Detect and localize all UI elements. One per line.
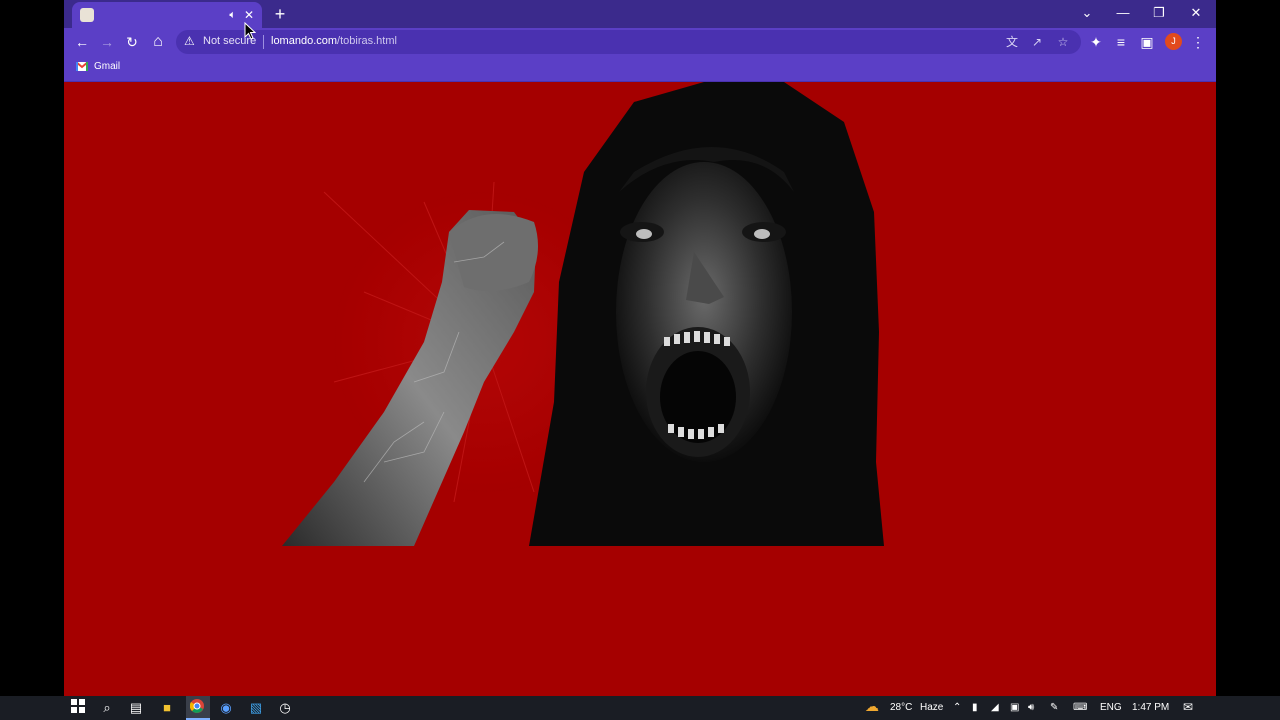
volume-icon[interactable]: 🔊︎ xyxy=(1028,701,1034,715)
browser-menu-button[interactable]: ⋮ xyxy=(1188,32,1208,52)
file-explorer-icon[interactable]: ■ xyxy=(158,699,176,717)
active-tab[interactable]: 🔈︎ ✕ xyxy=(72,2,262,28)
tray-overflow-chevron-icon[interactable]: ⌃ xyxy=(953,701,961,715)
bookmark-label: Gmail xyxy=(94,61,121,72)
bookmarks-bar: Gmail xyxy=(64,56,1216,82)
chrome-icon[interactable] xyxy=(188,699,206,717)
language-indicator[interactable]: ENG xyxy=(1100,701,1122,715)
letterbox-right xyxy=(1216,0,1280,696)
minimize-button[interactable]: — xyxy=(1108,2,1138,24)
app-icon-blue[interactable]: ◉ xyxy=(217,699,235,717)
keyboard-icon[interactable]: ⌨ xyxy=(1073,701,1087,715)
reload-button[interactable]: ↻ xyxy=(122,32,142,52)
search-icon[interactable]: ⌕ xyxy=(98,699,116,717)
browser-window: 🔈︎ ✕ + ⌄ — ❐ ✕ ← → ↻ ⌂ ⚠︎ Not secure lom… xyxy=(64,0,1216,696)
restore-button[interactable]: ❐ xyxy=(1144,2,1174,24)
task-view-icon[interactable]: ▤ xyxy=(127,699,145,717)
browser-toolbar: ← → ↻ ⌂ ⚠︎ Not secure lomando.com/tobira… xyxy=(64,28,1216,56)
extensions-icon[interactable]: ✦ xyxy=(1086,32,1106,52)
network-icon[interactable]: ◢ xyxy=(991,701,999,715)
screen: 🔈︎ ✕ + ⌄ — ❐ ✕ ← → ↻ ⌂ ⚠︎ Not secure lom… xyxy=(0,0,1280,720)
weather-temp[interactable]: 28°C xyxy=(890,701,912,715)
windows-taskbar: ⌕ ▤ ■ ◉ ▧ ◷ ☁ 28°C Haze ⌃ ▮ ◢ ▣ 🔊︎ ✎ ⌨ E… xyxy=(0,696,1280,720)
speaker-icon[interactable]: 🔈︎ xyxy=(229,9,236,22)
weather-icon[interactable]: ☁ xyxy=(865,699,879,713)
reading-list-icon[interactable]: ≡ xyxy=(1111,32,1131,52)
pen-icon[interactable]: ✎ xyxy=(1050,701,1058,715)
horror-scene-image xyxy=(282,82,884,546)
warning-icon[interactable]: ⚠︎ xyxy=(184,34,195,48)
forward-button[interactable]: → xyxy=(97,32,117,52)
app-icon-store[interactable]: ▧ xyxy=(247,699,265,717)
share-icon[interactable]: ↗ xyxy=(1028,33,1046,51)
profile-avatar[interactable]: J xyxy=(1165,33,1182,50)
window-close-button[interactable]: ✕ xyxy=(1181,2,1211,24)
side-panel-icon[interactable]: ▣ xyxy=(1137,32,1157,52)
microphone-icon[interactable]: ▮ xyxy=(972,701,978,715)
bookmark-gmail[interactable]: Gmail xyxy=(76,61,120,72)
url-path: /tobiras.html xyxy=(337,35,397,47)
home-button[interactable]: ⌂ xyxy=(148,32,168,52)
meet-icon[interactable]: ▣ xyxy=(1010,701,1019,715)
tab-search-dropdown-icon[interactable]: ⌄ xyxy=(1072,2,1102,24)
url-domain: lomando.com xyxy=(271,35,338,47)
start-button[interactable] xyxy=(69,699,87,717)
page-content xyxy=(64,82,1216,696)
screaming-woman-figure xyxy=(529,82,884,546)
back-button[interactable]: ← xyxy=(72,32,92,52)
bookmark-star-icon[interactable]: ☆ xyxy=(1054,33,1072,51)
tab-close-icon[interactable]: ✕ xyxy=(244,8,254,22)
weather-desc[interactable]: Haze xyxy=(920,701,943,715)
site-favicon-icon xyxy=(80,8,94,22)
letterbox-left xyxy=(0,0,64,696)
url-text[interactable]: lomando.com/tobiras.html xyxy=(271,35,397,47)
address-divider xyxy=(263,35,264,49)
notifications-icon[interactable]: ✉ xyxy=(1183,700,1193,714)
mouse-cursor-icon xyxy=(244,22,256,40)
gmail-icon xyxy=(76,62,88,71)
translate-icon[interactable]: 文 xyxy=(1003,33,1021,51)
address-bar[interactable]: ⚠︎ Not secure lomando.com/tobiras.html 文… xyxy=(176,30,1081,54)
tab-strip: 🔈︎ ✕ + ⌄ — ❐ ✕ xyxy=(64,0,1216,28)
app-icon-clock[interactable]: ◷ xyxy=(276,699,294,717)
new-tab-button[interactable]: + xyxy=(270,4,290,24)
clock-time[interactable]: 1:47 PM xyxy=(1132,701,1169,715)
